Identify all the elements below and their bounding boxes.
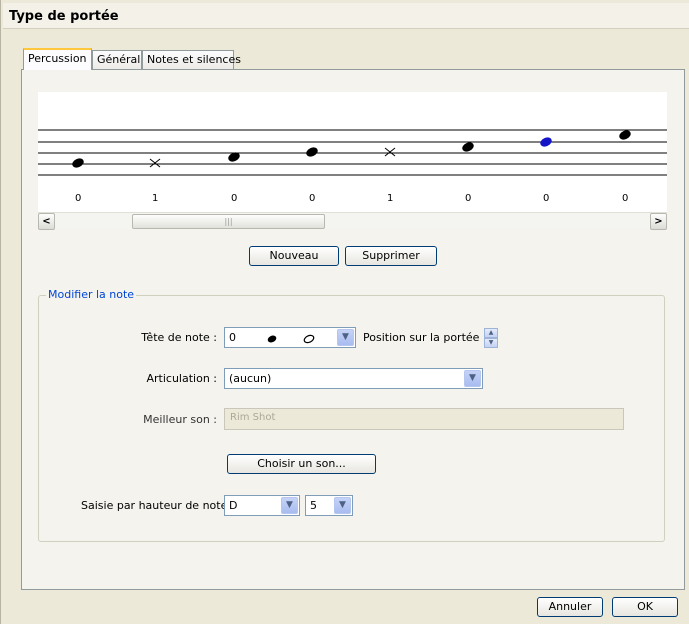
chevron-down-icon[interactable]: ▼	[464, 370, 481, 387]
chevron-down-icon[interactable]: ▼	[281, 497, 298, 514]
articulation-select[interactable]: (aucun) ▼	[224, 368, 483, 389]
note-number: 0	[309, 193, 315, 204]
staff-lines	[38, 129, 667, 176]
spin-up-icon[interactable]: ▲	[484, 328, 498, 338]
chevron-left-icon[interactable]: <	[38, 213, 55, 230]
notes-layer	[71, 129, 632, 170]
scrollbar-thumb[interactable]: |||	[132, 214, 325, 229]
note-number: 0	[231, 193, 237, 204]
notehead-glyphs-icon	[267, 334, 315, 344]
note-head[interactable]	[618, 129, 632, 142]
note-head-selected[interactable]	[539, 136, 553, 149]
notehead-label: Tête de note :	[141, 331, 217, 344]
dialog-window: Type de portée Percussion Général Notes …	[0, 0, 689, 624]
chevron-down-icon[interactable]: ▼	[334, 497, 351, 514]
edit-note-legend: Modifier la note	[46, 288, 137, 301]
cancel-button[interactable]: Annuler	[537, 597, 603, 617]
pitch-value: D	[229, 499, 238, 512]
chevron-right-icon[interactable]: >	[650, 213, 667, 230]
staff-preview[interactable]: 0 1 0 0 1 0 0 0	[38, 92, 667, 212]
spin-down-icon[interactable]: ▼	[484, 338, 498, 348]
chevron-down-icon[interactable]: ▼	[337, 329, 354, 346]
note-head[interactable]	[71, 157, 85, 170]
position-spinner[interactable]: ▲ ▼	[484, 328, 498, 348]
staff-svg: 0 1 0 0 1 0 0 0	[38, 129, 667, 204]
note-head[interactable]	[305, 146, 319, 159]
note-number: 1	[152, 193, 158, 204]
numbers-layer: 0 1 0 0 1 0 0 0	[75, 193, 628, 204]
note-x-head[interactable]	[149, 158, 161, 168]
tab-notes-and-rests[interactable]: Notes et silences	[142, 50, 241, 69]
best-sound-field: Rim Shot	[224, 408, 624, 430]
pitch-input-label: Saisie par hauteur de note	[81, 499, 228, 512]
articulation-value: (aucun)	[229, 372, 272, 385]
note-number: 0	[75, 193, 81, 204]
tab-percussion[interactable]: Percussion	[23, 48, 92, 70]
tab-general[interactable]: Général	[92, 50, 142, 69]
notehead-select[interactable]: 0 ▼	[224, 327, 356, 348]
staff-scrollbar[interactable]: < ||| >	[38, 212, 667, 230]
best-sound-label: Meilleur son :	[143, 413, 217, 426]
ok-button[interactable]: OK	[612, 597, 678, 617]
note-number: 0	[622, 193, 628, 204]
dialog-title: Type de portée	[3, 3, 689, 29]
note-number: 1	[387, 193, 393, 204]
articulation-label: Articulation :	[146, 372, 217, 385]
notehead-value: 0	[229, 331, 236, 344]
position-label: Position sur la portée :	[363, 331, 487, 344]
note-x-head[interactable]	[384, 147, 396, 157]
octave-select[interactable]: 5 ▼	[305, 495, 353, 516]
delete-button[interactable]: Supprimer	[345, 246, 437, 266]
choose-sound-button[interactable]: Choisir un son...	[227, 454, 376, 474]
new-button[interactable]: Nouveau	[249, 246, 339, 266]
octave-value: 5	[310, 499, 317, 512]
pitch-select[interactable]: D ▼	[224, 495, 300, 516]
note-number: 0	[465, 193, 471, 204]
note-head[interactable]	[461, 141, 475, 154]
note-number: 0	[543, 193, 549, 204]
